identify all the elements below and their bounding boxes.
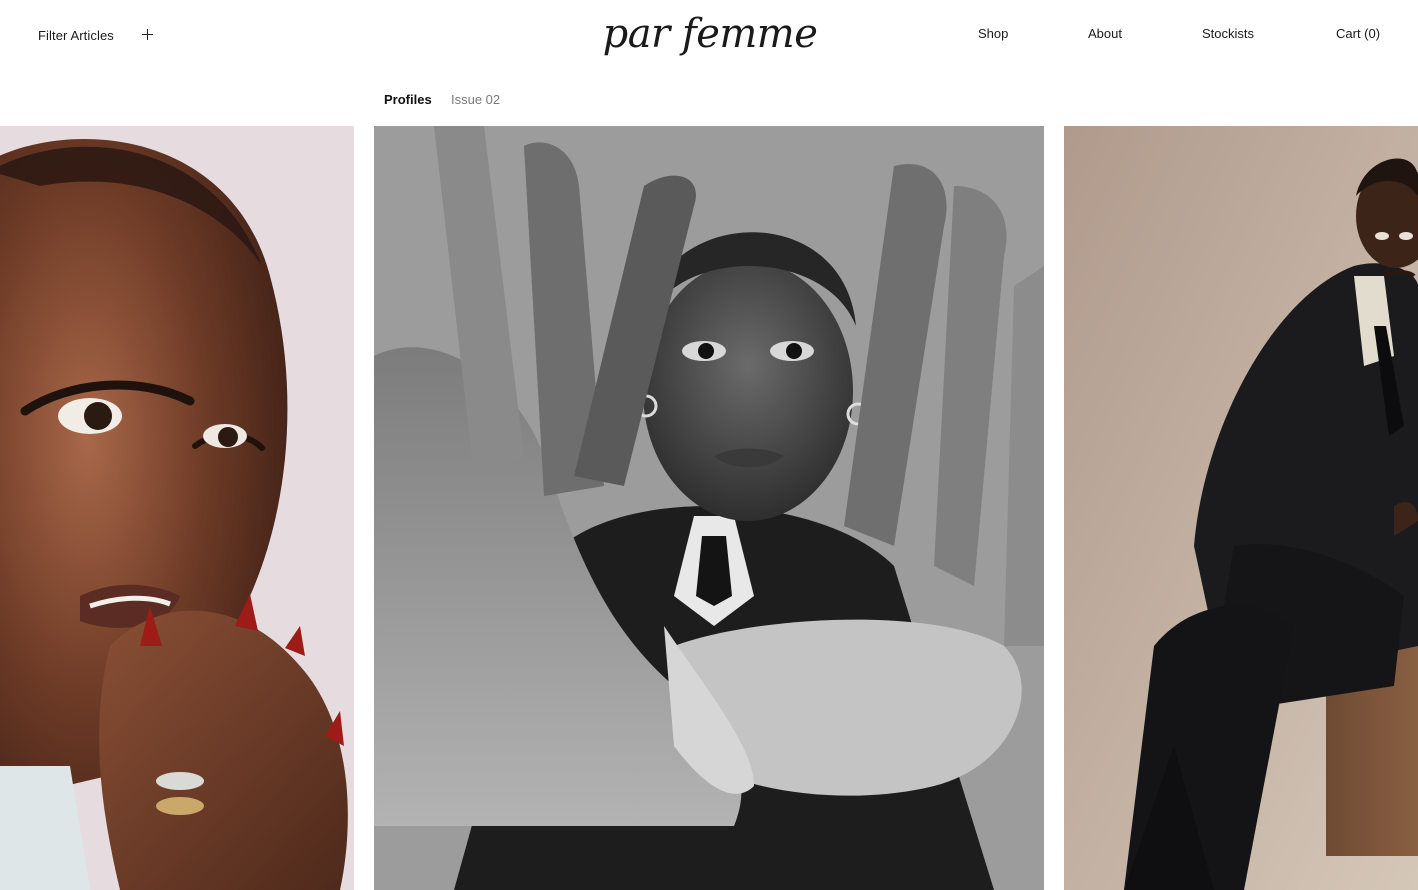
site-header: Filter Articles par femme Shop About Sto… bbox=[0, 0, 1418, 70]
hands-portrait-image bbox=[374, 126, 1044, 890]
filter-articles-label: Filter Articles bbox=[38, 27, 114, 43]
site-logo[interactable]: par femme bbox=[590, 4, 830, 64]
photo-close-up-portrait[interactable] bbox=[0, 126, 354, 890]
seated-figure-image bbox=[1064, 126, 1418, 890]
nav-cart[interactable]: Cart (0) bbox=[1336, 26, 1380, 41]
photo-seated-figure[interactable] bbox=[1064, 126, 1418, 890]
tab-issue-02[interactable]: Issue 02 bbox=[451, 92, 500, 107]
nav-about[interactable]: About bbox=[1088, 26, 1122, 41]
photo-hands-portrait[interactable] bbox=[374, 126, 1044, 890]
photo-gallery bbox=[0, 126, 1418, 890]
logo-wordmark: par femme bbox=[602, 11, 818, 57]
filter-articles-button[interactable]: Filter Articles bbox=[38, 26, 153, 44]
tab-profiles[interactable]: Profiles bbox=[384, 92, 432, 107]
nav-shop[interactable]: Shop bbox=[978, 26, 1008, 41]
plus-icon[interactable] bbox=[142, 28, 155, 41]
close-up-portrait-image bbox=[0, 126, 354, 890]
nav-stockists[interactable]: Stockists bbox=[1202, 26, 1254, 41]
